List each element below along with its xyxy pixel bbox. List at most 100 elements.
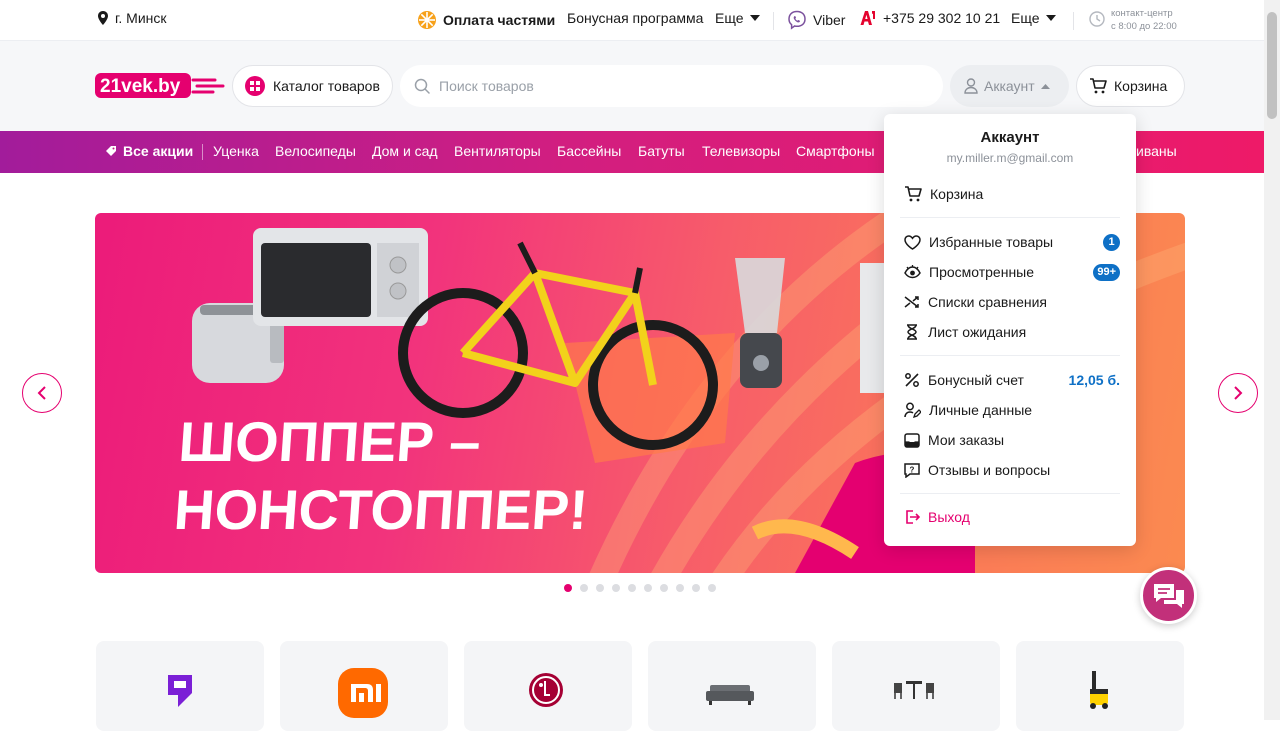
more-dropdown-2[interactable]: Еще [1011, 10, 1056, 26]
bonus-program-link[interactable]: Бонусная программа [567, 10, 703, 26]
menu-divider [900, 217, 1120, 218]
nav-item-all-promos[interactable]: Все акции [105, 143, 193, 159]
account-label: Аккаунт [984, 78, 1035, 94]
search-icon [414, 78, 430, 94]
cart-button[interactable]: Корзина [1076, 65, 1185, 107]
nav-label-all-promos: Все акции [123, 143, 194, 159]
phone-link[interactable]: +375 29 302 10 21 [859, 10, 1000, 26]
phone-label: +375 29 302 10 21 [883, 10, 1001, 26]
contact-center-block: контакт-центр с 8:00 до 22:00 [1111, 7, 1177, 33]
nav-item-trampolines[interactable]: Батуты [638, 143, 685, 159]
blender-image [735, 258, 785, 388]
carousel-dot[interactable] [676, 584, 684, 592]
menu-item-compare[interactable]: Списки сравнения [904, 291, 1120, 313]
brand-card-lg[interactable] [464, 641, 632, 731]
brand-card-1[interactable] [96, 641, 264, 731]
account-button[interactable]: Аккаунт [950, 65, 1069, 107]
chevron-left-icon [37, 386, 46, 400]
svg-text:?: ? [910, 466, 915, 475]
carousel-dot[interactable] [596, 584, 604, 592]
logout-icon [906, 510, 920, 524]
banner-text-line1: ШОППЕР – [177, 410, 483, 473]
account-dropdown: Аккаунт my.miller.m@gmail.com Корзина Из… [884, 114, 1136, 546]
menu-item-bonus[interactable]: Бонусный счет 12,05 б. [904, 369, 1120, 391]
location-pin-icon [98, 11, 108, 25]
sofa-icon [706, 685, 754, 705]
more-dropdown-1[interactable]: Еще [715, 10, 760, 26]
cart-label: Корзина [1114, 78, 1168, 94]
carousel-dot[interactable] [580, 584, 588, 592]
menu-item-personal[interactable]: Личные данные [904, 399, 1120, 421]
carousel-dot[interactable] [628, 584, 636, 592]
menu-item-waitlist[interactable]: Лист ожидания [904, 321, 1120, 343]
carousel-next-button[interactable] [1218, 373, 1258, 413]
city-selector[interactable]: г. Минск [97, 10, 167, 26]
cart-icon [1090, 78, 1107, 94]
viber-label: Viber [813, 12, 846, 28]
nav-item-bicycles[interactable]: Велосипеды [275, 143, 356, 159]
brand-logo-purple [168, 675, 192, 707]
carousel-prev-button[interactable] [22, 373, 62, 413]
xiaomi-logo [338, 668, 388, 718]
scrollbar-thumb[interactable] [1267, 12, 1277, 119]
logo[interactable]: 21vek.by [95, 72, 225, 100]
pressure-washer-icon [1090, 671, 1108, 709]
nav-item-home-garden[interactable]: Дом и сад [372, 143, 438, 159]
percent-icon [905, 373, 919, 387]
menu-label-logout: Выход [928, 509, 970, 525]
cart-icon [905, 186, 922, 202]
favorites-count-badge: 1 [1103, 233, 1120, 251]
nav-item-markdown[interactable]: Уценка [213, 143, 259, 159]
brand-card-sofa[interactable] [648, 641, 816, 731]
menu-item-orders[interactable]: Мои заказы [904, 429, 1120, 451]
menu-label-reviews: Отзывы и вопросы [928, 462, 1051, 478]
installments-link[interactable]: Оплата частями [417, 10, 555, 30]
menu-item-cart[interactable]: Корзина [904, 183, 1120, 205]
hourglass-icon [907, 324, 917, 340]
brand-card-karcher[interactable] [1016, 641, 1184, 731]
user-icon [964, 78, 978, 94]
carousel-dot[interactable] [692, 584, 700, 592]
nav-item-tvs[interactable]: Телевизоры [702, 143, 780, 159]
top-bar: г. Минск Оплата частями Бонусная програм… [0, 0, 1264, 41]
nav-item-sofas[interactable]: иваны [1136, 143, 1177, 159]
menu-item-reviews[interactable]: ? Отзывы и вопросы [904, 459, 1120, 481]
carousel-dot[interactable] [612, 584, 620, 592]
carousel-dot[interactable] [564, 584, 572, 592]
menu-item-logout[interactable]: Выход [904, 506, 1120, 528]
nav-item-smartphones[interactable]: Смартфоны [796, 143, 875, 159]
menu-divider [900, 355, 1120, 356]
more-label-2: Еще [1011, 10, 1040, 26]
menu-item-favorites[interactable]: Избранные товары 1 [904, 231, 1120, 253]
search-placeholder: Поиск товаров [439, 78, 534, 94]
menu-label-cart: Корзина [930, 186, 984, 202]
chat-bubbles-icon [1153, 583, 1184, 608]
catalog-grid-icon [245, 76, 265, 96]
nav-item-pools[interactable]: Бассейны [557, 143, 621, 159]
a1-operator-icon [860, 11, 875, 25]
brand-card-xiaomi[interactable] [280, 641, 448, 731]
page-scrollbar[interactable] [1264, 0, 1280, 720]
bonus-balance: 12,05 б. [1068, 372, 1120, 388]
user-edit-icon [904, 402, 921, 418]
eye-icon [904, 265, 921, 279]
brand-card-furniture[interactable] [832, 641, 1000, 731]
carousel-dot[interactable] [660, 584, 668, 592]
clock-icon [1089, 11, 1105, 30]
menu-label-orders: Мои заказы [928, 432, 1005, 448]
nav-item-fans[interactable]: Вентиляторы [454, 143, 541, 159]
menu-item-viewed[interactable]: Просмотренные 99+ [904, 261, 1120, 283]
shuffle-icon [904, 296, 919, 308]
catalog-button[interactable]: Каталог товаров [232, 65, 393, 107]
carousel-dot[interactable] [644, 584, 652, 592]
chevron-down-icon [1045, 15, 1056, 21]
heart-icon [904, 234, 921, 250]
garden-furniture-icon [894, 681, 934, 699]
carousel-dot[interactable] [708, 584, 716, 592]
viber-link[interactable]: Viber [787, 10, 845, 30]
chat-widget-button[interactable] [1140, 567, 1197, 624]
search-input[interactable]: Поиск товаров [400, 65, 943, 107]
chevron-down-icon [749, 15, 760, 21]
viber-icon [788, 10, 806, 30]
chevron-up-icon [1040, 83, 1050, 89]
